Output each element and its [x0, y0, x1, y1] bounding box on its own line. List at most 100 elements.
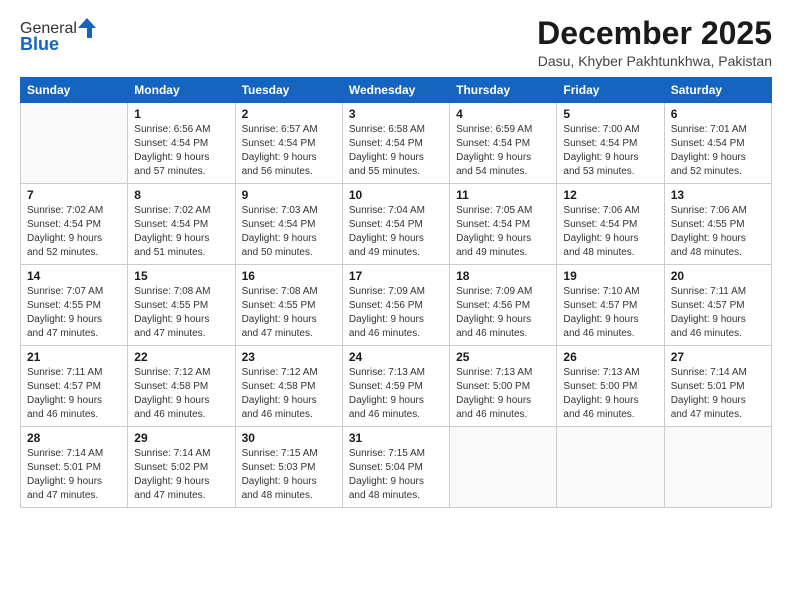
day-detail: Sunrise: 7:02 AMSunset: 4:54 PMDaylight:…	[27, 204, 121, 260]
table-row: 5Sunrise: 7:00 AMSunset: 4:54 PMDaylight…	[557, 103, 664, 184]
day-number: 2	[242, 107, 336, 121]
day-detail: Sunrise: 7:08 AMSunset: 4:55 PMDaylight:…	[134, 285, 228, 341]
day-number: 16	[242, 269, 336, 283]
day-number: 20	[671, 269, 765, 283]
table-row: 1 Sunrise: 6:56 AMSunset: 4:54 PMDaylight…	[128, 103, 235, 184]
day-detail: Sunrise: 6:56 AMSunset: 4:54 PMDaylight:…	[134, 123, 228, 179]
day-number: 28	[27, 431, 121, 445]
table-row	[664, 427, 771, 508]
header-tuesday: Tuesday	[235, 78, 342, 103]
day-number: 26	[563, 350, 657, 364]
day-detail: Sunrise: 7:12 AMSunset: 4:58 PMDaylight:…	[242, 366, 336, 422]
day-number: 30	[242, 431, 336, 445]
header-wednesday: Wednesday	[342, 78, 449, 103]
header-sunday: Sunday	[21, 78, 128, 103]
day-number: 12	[563, 188, 657, 202]
day-number: 5	[563, 107, 657, 121]
day-detail: Sunrise: 7:05 AMSunset: 4:54 PMDaylight:…	[456, 204, 550, 260]
day-number: 9	[242, 188, 336, 202]
day-number: 18	[456, 269, 550, 283]
table-row: 29Sunrise: 7:14 AMSunset: 5:02 PMDayligh…	[128, 427, 235, 508]
table-row: 10Sunrise: 7:04 AMSunset: 4:54 PMDayligh…	[342, 184, 449, 265]
table-row	[21, 103, 128, 184]
table-row: 28 Sunrise: 7:14 AMSunset: 5:01 PMDayligh…	[21, 427, 128, 508]
week-row-0: 1 Sunrise: 6:56 AMSunset: 4:54 PMDaylight…	[21, 103, 772, 184]
day-detail: Sunrise: 7:03 AMSunset: 4:54 PMDaylight:…	[242, 204, 336, 260]
day-detail: Sunrise: 7:01 AMSunset: 4:54 PMDaylight:…	[671, 123, 765, 179]
table-row: 19 Sunrise: 7:10 AMSunset: 4:57 PMDayligh…	[557, 265, 664, 346]
day-number: 24	[349, 350, 443, 364]
day-number: 6	[671, 107, 765, 121]
header-saturday: Saturday	[664, 78, 771, 103]
month-title: December 2025	[537, 16, 772, 51]
day-detail: Sunrise: 7:04 AMSunset: 4:54 PMDaylight:…	[349, 204, 443, 260]
table-row: 12 Sunrise: 7:06 AMSunset: 4:54 PMDayligh…	[557, 184, 664, 265]
day-number: 1	[134, 107, 228, 121]
table-row: 6 Sunrise: 7:01 AMSunset: 4:54 PMDaylight…	[664, 103, 771, 184]
title-block: December 2025 Dasu, Khyber Pakhtunkhwa, …	[537, 16, 772, 69]
table-row	[450, 427, 557, 508]
calendar: Sunday Monday Tuesday Wednesday Thursday…	[20, 77, 772, 508]
table-row: 13Sunrise: 7:06 AMSunset: 4:55 PMDayligh…	[664, 184, 771, 265]
day-detail: Sunrise: 7:09 AMSunset: 4:56 PMDaylight:…	[349, 285, 443, 341]
table-row: 9 Sunrise: 7:03 AMSunset: 4:54 PMDaylight…	[235, 184, 342, 265]
day-detail: Sunrise: 7:15 AMSunset: 5:04 PMDaylight:…	[349, 447, 443, 503]
day-number: 27	[671, 350, 765, 364]
table-row: 18 Sunrise: 7:09 AMSunset: 4:56 PMDayligh…	[450, 265, 557, 346]
day-number: 31	[349, 431, 443, 445]
day-detail: Sunrise: 7:11 AMSunset: 4:57 PMDaylight:…	[27, 366, 121, 422]
day-detail: Sunrise: 7:14 AMSunset: 5:01 PMDaylight:…	[671, 366, 765, 422]
day-detail: Sunrise: 7:09 AMSunset: 4:56 PMDaylight:…	[456, 285, 550, 341]
day-number: 15	[134, 269, 228, 283]
day-detail: Sunrise: 7:10 AMSunset: 4:57 PMDaylight:…	[563, 285, 657, 341]
day-detail: Sunrise: 7:13 AMSunset: 4:59 PMDaylight:…	[349, 366, 443, 422]
week-row-1: 7 Sunrise: 7:02 AMSunset: 4:54 PMDaylight…	[21, 184, 772, 265]
day-detail: Sunrise: 7:02 AMSunset: 4:54 PMDaylight:…	[134, 204, 228, 260]
table-row: 26 Sunrise: 7:13 AMSunset: 5:00 PMDayligh…	[557, 346, 664, 427]
logo-blue-text: Blue	[20, 34, 59, 55]
day-number: 22	[134, 350, 228, 364]
day-number: 13	[671, 188, 765, 202]
day-number: 29	[134, 431, 228, 445]
table-row: 4Sunrise: 6:59 AMSunset: 4:54 PMDaylight…	[450, 103, 557, 184]
day-detail: Sunrise: 7:14 AMSunset: 5:01 PMDaylight:…	[27, 447, 121, 503]
day-number: 11	[456, 188, 550, 202]
page: General Blue December 2025 Dasu, Khyber …	[0, 0, 792, 612]
day-detail: Sunrise: 7:06 AMSunset: 4:54 PMDaylight:…	[563, 204, 657, 260]
logo: General Blue	[20, 20, 96, 55]
week-row-2: 14Sunrise: 7:07 AMSunset: 4:55 PMDayligh…	[21, 265, 772, 346]
day-detail: Sunrise: 7:07 AMSunset: 4:55 PMDaylight:…	[27, 285, 121, 341]
table-row: 23Sunrise: 7:12 AMSunset: 4:58 PMDayligh…	[235, 346, 342, 427]
day-detail: Sunrise: 6:58 AMSunset: 4:54 PMDaylight:…	[349, 123, 443, 179]
table-row: 27 Sunrise: 7:14 AMSunset: 5:01 PMDayligh…	[664, 346, 771, 427]
day-detail: Sunrise: 7:15 AMSunset: 5:03 PMDaylight:…	[242, 447, 336, 503]
day-detail: Sunrise: 7:13 AMSunset: 5:00 PMDaylight:…	[456, 366, 550, 422]
day-detail: Sunrise: 7:11 AMSunset: 4:57 PMDaylight:…	[671, 285, 765, 341]
day-detail: Sunrise: 7:08 AMSunset: 4:55 PMDaylight:…	[242, 285, 336, 341]
table-row: 30 Sunrise: 7:15 AMSunset: 5:03 PMDayligh…	[235, 427, 342, 508]
table-row: 16 Sunrise: 7:08 AMSunset: 4:55 PMDayligh…	[235, 265, 342, 346]
header-friday: Friday	[557, 78, 664, 103]
day-detail: Sunrise: 7:12 AMSunset: 4:58 PMDaylight:…	[134, 366, 228, 422]
day-number: 19	[563, 269, 657, 283]
day-detail: Sunrise: 6:59 AMSunset: 4:54 PMDaylight:…	[456, 123, 550, 179]
header-monday: Monday	[128, 78, 235, 103]
table-row: 24 Sunrise: 7:13 AMSunset: 4:59 PMDayligh…	[342, 346, 449, 427]
table-row	[557, 427, 664, 508]
table-row: 2 Sunrise: 6:57 AMSunset: 4:54 PMDaylight…	[235, 103, 342, 184]
day-detail: Sunrise: 6:57 AMSunset: 4:54 PMDaylight:…	[242, 123, 336, 179]
week-row-3: 21Sunrise: 7:11 AMSunset: 4:57 PMDayligh…	[21, 346, 772, 427]
header: General Blue December 2025 Dasu, Khyber …	[20, 16, 772, 69]
logo-icon	[78, 18, 96, 38]
day-number: 25	[456, 350, 550, 364]
day-number: 3	[349, 107, 443, 121]
table-row: 17Sunrise: 7:09 AMSunset: 4:56 PMDayligh…	[342, 265, 449, 346]
day-number: 8	[134, 188, 228, 202]
table-row: 14Sunrise: 7:07 AMSunset: 4:55 PMDayligh…	[21, 265, 128, 346]
table-row: 15 Sunrise: 7:08 AMSunset: 4:55 PMDayligh…	[128, 265, 235, 346]
table-row: 21Sunrise: 7:11 AMSunset: 4:57 PMDayligh…	[21, 346, 128, 427]
day-detail: Sunrise: 7:13 AMSunset: 5:00 PMDaylight:…	[563, 366, 657, 422]
table-row: 31 Sunrise: 7:15 AMSunset: 5:04 PMDayligh…	[342, 427, 449, 508]
day-number: 7	[27, 188, 121, 202]
table-row: 8 Sunrise: 7:02 AMSunset: 4:54 PMDaylight…	[128, 184, 235, 265]
